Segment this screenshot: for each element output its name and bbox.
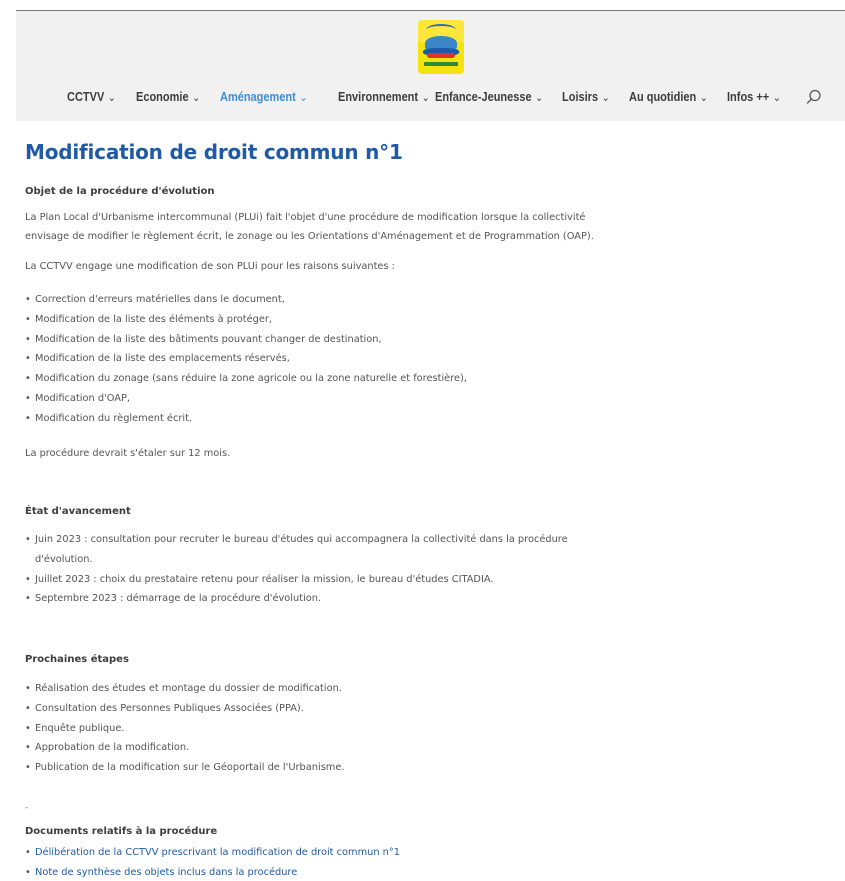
paragraph: La CCTVV engage une modification de son … bbox=[25, 261, 395, 272]
nav-item-environnement[interactable]: Environnement ⌄ bbox=[338, 90, 430, 104]
list-item: Septembre 2023 : démarrage de la procédu… bbox=[25, 589, 568, 609]
list-item: Consultation des Personnes Publiques Ass… bbox=[25, 699, 345, 719]
chevron-down-icon: ⌄ bbox=[535, 92, 544, 104]
section-heading-etapes: Prochaines étapes bbox=[25, 654, 129, 665]
nav-label: Au quotidien bbox=[629, 90, 697, 104]
list-item: Correction d'erreurs matérielles dans le… bbox=[25, 290, 467, 310]
list-item: Modification du zonage (sans réduire la … bbox=[25, 369, 467, 389]
document-link-note-synthese[interactable]: Note de synthèse des objets inclus dans … bbox=[35, 867, 297, 878]
logo-boat bbox=[427, 53, 455, 58]
list-item: Modification d'OAP, bbox=[25, 389, 467, 409]
list-item: Publication de la modification sur le Gé… bbox=[25, 758, 345, 778]
paragraph: La procédure devrait s'étaler sur 12 moi… bbox=[25, 448, 231, 459]
section-heading-documents: Documents relatifs à la procédure bbox=[25, 826, 218, 837]
list-item-text-continued: d'évolution. bbox=[35, 553, 93, 565]
nav-item-infos[interactable]: Infos ++ ⌄ bbox=[727, 90, 781, 104]
document-link-deliberation[interactable]: Délibération de la CCTVV prescrivant la … bbox=[35, 847, 400, 858]
list-item: Délibération de la CCTVV prescrivant la … bbox=[25, 843, 400, 863]
list-item: Modification du règlement écrit. bbox=[25, 409, 467, 429]
progress-list: Juin 2023 : consultation pour recruter l… bbox=[25, 530, 568, 609]
list-item: Juillet 2023 : choix du prestataire rete… bbox=[25, 570, 568, 590]
list-item: Réalisation des études et montage du dos… bbox=[25, 679, 345, 699]
logo-arc bbox=[426, 24, 456, 36]
nav-label: Aménagement bbox=[220, 90, 296, 104]
list-item: Modification de la liste des bâtiments p… bbox=[25, 330, 467, 350]
page-title: Modification de droit commun n°1 bbox=[25, 140, 403, 164]
chevron-down-icon: ⌄ bbox=[192, 92, 201, 104]
nav-item-cctvv[interactable]: CCTVV ⌄ bbox=[67, 90, 116, 104]
nav-label: Infos ++ bbox=[727, 90, 770, 104]
nav-item-amenagement[interactable]: Aménagement ⌄ bbox=[220, 90, 307, 104]
chevron-down-icon: ⌄ bbox=[299, 92, 308, 104]
list-item: Approbation de la modification. bbox=[25, 738, 345, 758]
section-heading-objet: Objet de la procédure d'évolution bbox=[25, 186, 215, 197]
nav-label: CCTVV bbox=[67, 90, 105, 104]
nav-label: Enfance-Jeunesse bbox=[435, 90, 532, 104]
nav-item-enfance-jeunesse[interactable]: Enfance-Jeunesse ⌄ bbox=[435, 90, 543, 104]
site-logo[interactable] bbox=[418, 20, 464, 74]
nav-label: Loisirs bbox=[562, 90, 599, 104]
list-item: Modification de la liste des emplacement… bbox=[25, 349, 467, 369]
nav-item-au-quotidien[interactable]: Au quotidien ⌄ bbox=[629, 90, 708, 104]
search-icon[interactable] bbox=[805, 88, 823, 106]
reasons-list: Correction d'erreurs matérielles dans le… bbox=[25, 290, 467, 429]
paragraph-line: envisage de modifier le règlement écrit,… bbox=[25, 231, 594, 242]
nav-item-economie[interactable]: Economie ⌄ bbox=[136, 90, 200, 104]
chevron-down-icon: ⌄ bbox=[421, 92, 430, 104]
list-item: Modification de la liste des éléments à … bbox=[25, 310, 467, 330]
documents-list: Délibération de la CCTVV prescrivant la … bbox=[25, 843, 400, 881]
chevron-down-icon: ⌄ bbox=[699, 92, 708, 104]
chevron-down-icon: ⌄ bbox=[107, 92, 116, 104]
list-item: Juin 2023 : consultation pour recruter l… bbox=[25, 530, 568, 570]
logo-bar bbox=[424, 62, 458, 66]
paragraph-line: La Plan Local d'Urbanisme intercommunal … bbox=[25, 212, 586, 223]
nav-label: Environnement bbox=[338, 90, 419, 104]
nav-item-loisirs[interactable]: Loisirs ⌄ bbox=[562, 90, 610, 104]
next-steps-list: Réalisation des études et montage du dos… bbox=[25, 679, 345, 778]
nav-label: Economie bbox=[136, 90, 189, 104]
list-item-text: Juin 2023 : consultation pour recruter l… bbox=[35, 534, 568, 545]
main-navigation: CCTVV ⌄ Economie ⌄ Aménagement ⌄ Environnem… bbox=[16, 88, 845, 110]
chevron-down-icon: ⌄ bbox=[772, 92, 781, 104]
separator-dash: - bbox=[25, 803, 29, 813]
list-item: Note de synthèse des objets inclus dans … bbox=[25, 863, 400, 881]
section-heading-etat: État d'avancement bbox=[25, 506, 131, 517]
list-item: Enquête publique. bbox=[25, 719, 345, 739]
chevron-down-icon: ⌄ bbox=[601, 92, 610, 104]
